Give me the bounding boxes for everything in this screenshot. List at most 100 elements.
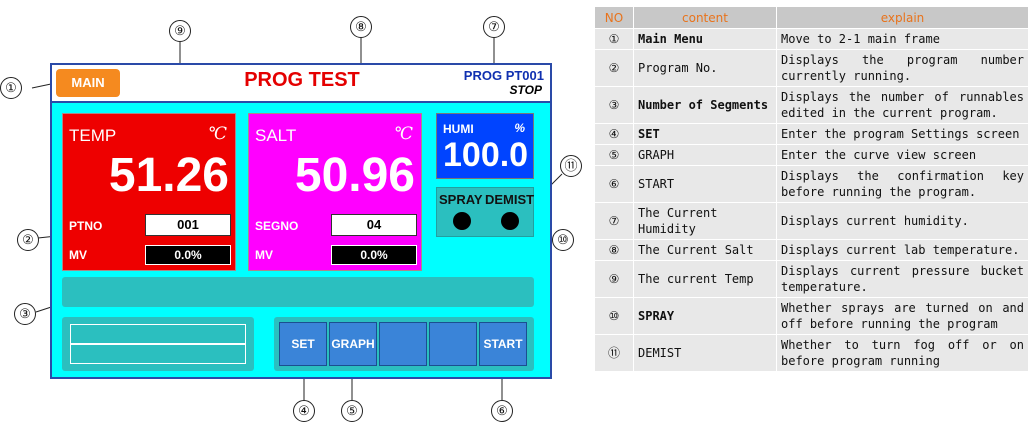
callout-3: ③ xyxy=(14,303,36,325)
program-label: PROG PT001 xyxy=(463,68,544,83)
humidity-panel: HUMI % 100.0 xyxy=(436,113,534,179)
start-button[interactable]: START xyxy=(479,322,527,366)
row-explain: Enter the program Settings screen xyxy=(776,123,1029,145)
table-body: ① Main Menu Move to 2-1 main frame ② Program… xyxy=(594,28,1029,372)
segno-label: SEGNO xyxy=(255,219,299,233)
row-no: ⑧ xyxy=(594,239,634,261)
humi-label: HUMI xyxy=(443,122,474,136)
table-row: ② Program No. Displays the program number … xyxy=(594,49,1029,87)
ptno-label: PTNO xyxy=(69,219,103,233)
row-explain: Whether sprays are turned on and off bef… xyxy=(776,297,1029,335)
info-box xyxy=(62,317,254,371)
row-explain: Move to 2-1 main frame xyxy=(776,28,1029,50)
device-screen: MAIN PROG TEST PROG PT001 STOP TEMP ℃ 51… xyxy=(50,63,552,379)
main-menu-button[interactable]: MAIN xyxy=(56,69,120,97)
row-explain: Displays current lab temperature. xyxy=(776,239,1029,261)
salt-unit: ℃ xyxy=(393,124,413,144)
table-row: ⑨ The current Temp Displays current pressu… xyxy=(594,260,1029,298)
table-row: ⑦ The Current Humidity Displays current hu… xyxy=(594,202,1029,240)
spray-demist-panel: SPRAY DEMIST xyxy=(436,187,534,237)
temp-panel: TEMP ℃ 51.26 PTNO 001 MV 0.0% xyxy=(62,113,236,271)
graph-button[interactable]: GRAPH xyxy=(329,322,377,366)
row-content: The Current Humidity xyxy=(633,202,777,240)
row-no: ⑩ xyxy=(594,297,634,335)
callout-8: ⑧ xyxy=(350,16,372,38)
header-explain: explain xyxy=(776,6,1029,29)
info-row xyxy=(70,324,246,344)
humi-unit: % xyxy=(514,121,525,135)
legend-table: NO content explain ① Main Menu Move to 2-1… xyxy=(594,6,1029,372)
callout-7: ⑦ xyxy=(483,16,505,38)
spray-toggle-lamp[interactable] xyxy=(453,212,471,230)
function-button-bar: SET GRAPH START xyxy=(274,317,534,371)
callout-5: ⑤ xyxy=(341,400,363,422)
info-row xyxy=(70,344,246,364)
blank-button[interactable] xyxy=(429,322,477,366)
salt-value: 50.96 xyxy=(294,149,415,202)
set-button[interactable]: SET xyxy=(279,322,327,366)
program-number-field[interactable]: 001 xyxy=(145,214,231,236)
table-row: ③ Number of Segments Displays the number o… xyxy=(594,86,1029,124)
row-content: Program No. xyxy=(633,49,777,87)
row-explain: Displays the number of runnables edited … xyxy=(776,86,1029,124)
spray-label: SPRAY xyxy=(439,192,483,207)
segment-number-field[interactable]: 04 xyxy=(331,214,417,236)
table-header-row: NO content explain xyxy=(594,6,1029,29)
salt-panel: SALT ℃ 50.96 SEGNO 04 MV 0.0% xyxy=(248,113,422,271)
temp-value: 51.26 xyxy=(108,149,229,202)
row-explain: Enter the curve view screen xyxy=(776,144,1029,166)
header-content: content xyxy=(633,6,777,29)
row-content: SET xyxy=(633,123,777,145)
callout-1: ① xyxy=(0,77,22,99)
row-no: ⑪ xyxy=(594,334,634,372)
top-bar: MAIN PROG TEST PROG PT001 STOP xyxy=(52,65,550,103)
row-content: DEMIST xyxy=(633,334,777,372)
row-no: ⑨ xyxy=(594,260,634,298)
row-no: ⑥ xyxy=(594,165,634,203)
callout-10: ⑩ xyxy=(552,229,574,251)
demist-label: DEMIST xyxy=(485,192,535,207)
row-no: ① xyxy=(594,28,634,50)
row-content: The Current Salt xyxy=(633,239,777,261)
salt-label: SALT xyxy=(255,126,297,145)
row-content: Number of Segments xyxy=(633,86,777,124)
temp-mv-label: MV xyxy=(69,248,87,262)
demist-toggle-lamp[interactable] xyxy=(501,212,519,230)
table-row: ⑥ START Displays the confirmation key befo… xyxy=(594,165,1029,203)
row-content: SPRAY xyxy=(633,297,777,335)
row-no: ② xyxy=(594,49,634,87)
callout-11: ⑪ xyxy=(560,155,582,177)
row-explain: Displays the program number currently ru… xyxy=(776,49,1029,87)
blank-button[interactable] xyxy=(379,322,427,366)
header-no: NO xyxy=(594,6,634,29)
row-no: ⑦ xyxy=(594,202,634,240)
row-content: Main Menu xyxy=(633,28,777,50)
callout-9: ⑨ xyxy=(169,20,191,42)
table-row: ⑪ DEMIST Whether to turn fog off or on bef… xyxy=(594,334,1029,372)
table-row: ⑤ GRAPH Enter the curve view screen xyxy=(594,144,1029,166)
row-explain: Displays current humidity. xyxy=(776,202,1029,240)
row-explain: Displays current pressure bucket tempera… xyxy=(776,260,1029,298)
temp-unit: ℃ xyxy=(207,124,227,144)
table-row: ⑩ SPRAY Whether sprays are turned on and o… xyxy=(594,297,1029,335)
row-content: GRAPH xyxy=(633,144,777,166)
salt-mv-value: 0.0% xyxy=(331,245,417,265)
callout-6: ⑥ xyxy=(491,400,513,422)
screen-title: PROG TEST xyxy=(244,69,360,91)
row-no: ④ xyxy=(594,123,634,145)
temp-label: TEMP xyxy=(69,126,117,145)
salt-mv-label: MV xyxy=(255,248,273,262)
row-no: ⑤ xyxy=(594,144,634,166)
row-content: START xyxy=(633,165,777,203)
row-no: ③ xyxy=(594,86,634,124)
table-row: ① Main Menu Move to 2-1 main frame xyxy=(594,28,1029,50)
table-row: ⑧ The Current Salt Displays current lab te… xyxy=(594,239,1029,261)
row-explain: Whether to turn fog off or on before pro… xyxy=(776,334,1029,372)
row-explain: Displays the confirmation key before run… xyxy=(776,165,1029,203)
callout-2: ② xyxy=(17,229,39,251)
temp-mv-value: 0.0% xyxy=(145,245,231,265)
humi-value: 100.0 xyxy=(443,136,529,174)
table-row: ④ SET Enter the program Settings screen xyxy=(594,123,1029,145)
message-bar xyxy=(62,277,534,307)
row-content: The current Temp xyxy=(633,260,777,298)
